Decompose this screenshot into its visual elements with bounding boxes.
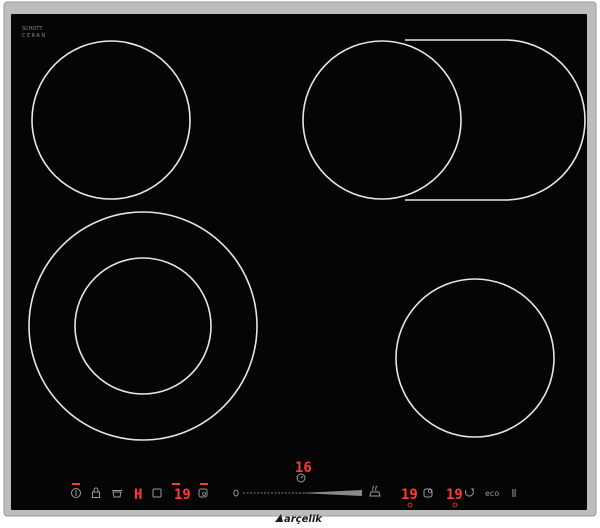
timer-display: 16	[295, 460, 312, 476]
glass-maker-line2: CERAN	[22, 33, 47, 39]
indicator-dash-power	[72, 483, 80, 485]
indicator-dash-zone-left2	[200, 483, 208, 485]
indicator-dash-zone-left	[172, 483, 180, 485]
power-level-front-right: 19	[401, 487, 418, 503]
heat-level-left-display: H	[134, 487, 142, 503]
power-level-front-left: 19	[174, 487, 191, 503]
brand-logo-text: arçelik	[284, 514, 323, 525]
power-level-rear-right: 19	[446, 487, 463, 503]
glass-maker-line1: SCHOTT	[22, 26, 43, 32]
eco-button[interactable]: eco	[485, 489, 499, 498]
glass-surface	[11, 14, 587, 510]
cooktop: SCHOTT CERAN 16 H 19 19 19 19 eco arçeli…	[0, 0, 600, 528]
